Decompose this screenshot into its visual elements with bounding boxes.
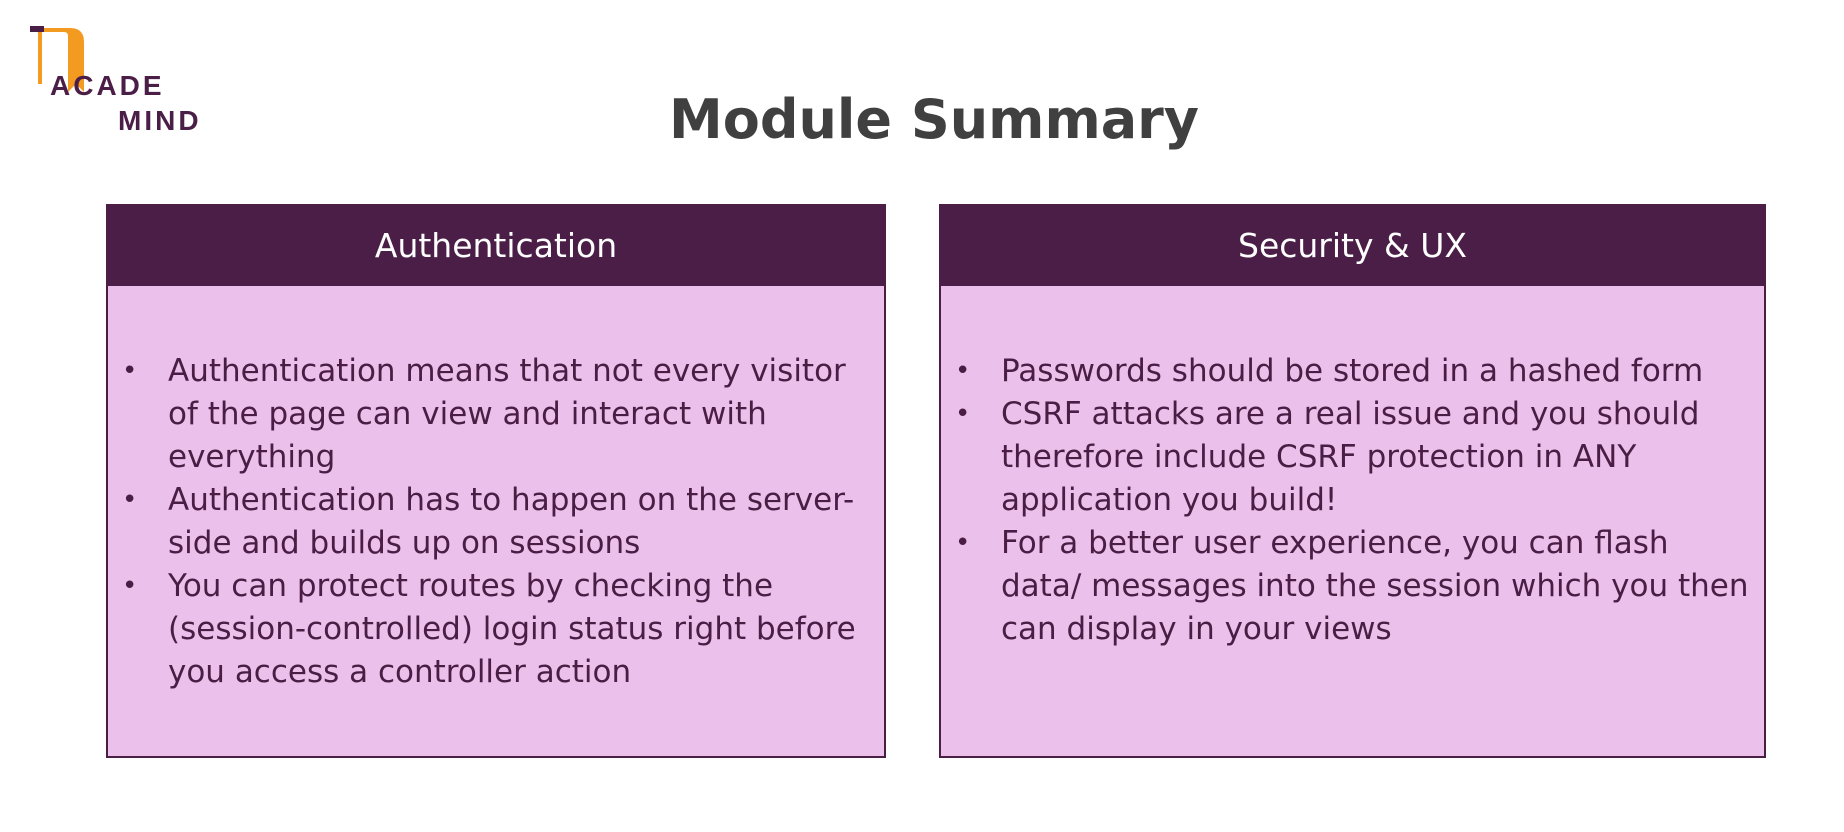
list-item: • Authentication has to happen on the se… <box>122 479 874 565</box>
page-title: Module Summary <box>668 88 1199 151</box>
bullet-icon: • <box>955 356 971 386</box>
bullet-icon: • <box>122 571 138 601</box>
bullet-list: • Authentication means that not every vi… <box>122 350 874 694</box>
list-item: • CSRF attacks are a real issue and you … <box>955 393 1754 522</box>
authentication-card: Authentication • Authentication means th… <box>106 204 886 758</box>
card-header: Security & UX <box>941 206 1764 286</box>
list-item: • For a better user experience, you can … <box>955 522 1754 651</box>
list-item-text: For a better user experience, you can fl… <box>1001 525 1749 647</box>
list-item-text: Passwords should be stored in a hashed f… <box>1001 353 1704 389</box>
bullet-icon: • <box>122 356 138 386</box>
list-item-text: CSRF attacks are a real issue and you sh… <box>1001 396 1700 518</box>
card-header: Authentication <box>108 206 884 286</box>
list-item: • Passwords should be stored in a hashed… <box>955 350 1754 393</box>
list-item-text: Authentication has to happen on the serv… <box>168 482 855 561</box>
security-ux-card: Security & UX • Passwords should be stor… <box>939 204 1766 758</box>
bullet-icon: • <box>955 399 971 429</box>
bullet-list: • Passwords should be stored in a hashed… <box>955 350 1754 651</box>
bullet-icon: • <box>122 485 138 515</box>
list-item: • Authentication means that not every vi… <box>122 350 874 479</box>
list-item: • You can protect routes by checking the… <box>122 565 874 694</box>
bullet-icon: • <box>955 528 971 558</box>
list-item-text: You can protect routes by checking the (… <box>168 568 856 690</box>
list-item-text: Authentication means that not every visi… <box>168 353 846 475</box>
